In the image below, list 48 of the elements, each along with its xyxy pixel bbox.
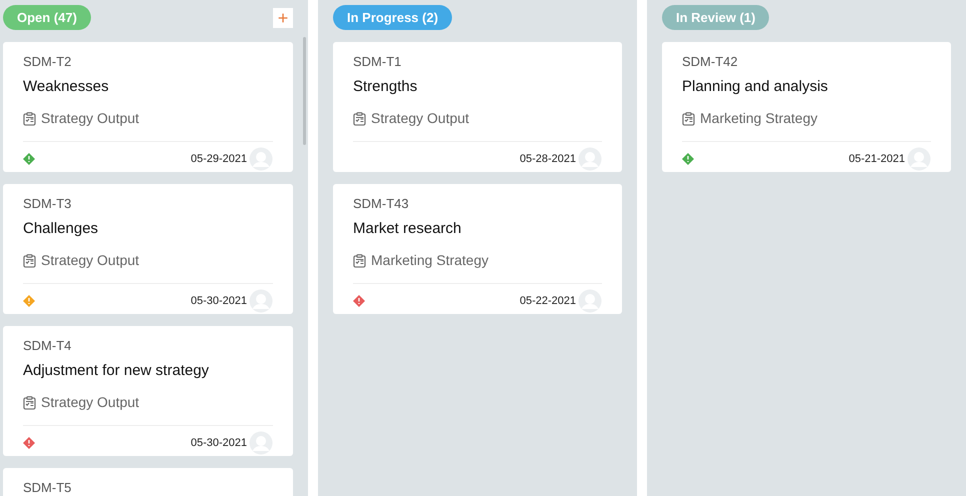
task-card[interactable]: SDM-T2 Weaknesses Strategy Output 05-29-2021	[3, 42, 293, 172]
clipboard-icon	[353, 254, 366, 268]
due-date: 05-30-2021	[190, 294, 247, 309]
task-title: Strengths	[353, 76, 418, 96]
due-date: 05-29-2021	[190, 152, 247, 167]
clipboard-icon	[682, 112, 695, 126]
clipboard-icon	[353, 112, 366, 126]
task-id: SDM-T5	[23, 479, 72, 496]
clipboard-icon	[23, 396, 36, 410]
avatar-icon	[249, 289, 273, 313]
project-name: Marketing Strategy	[371, 251, 488, 270]
clipboard-icon	[23, 112, 36, 126]
avatar-icon	[249, 431, 273, 455]
due-date: 05-28-2021	[520, 152, 576, 167]
task-id: SDM-T2	[23, 53, 72, 71]
task-id: SDM-T3	[23, 195, 72, 213]
task-id: SDM-T43	[353, 195, 409, 213]
task-id: SDM-T1	[353, 53, 402, 71]
scrollbar-thumb[interactable]	[303, 37, 306, 145]
task-card[interactable]: SDM-T42 Planning and analysis Marketing Strategy 05-21-2021	[662, 42, 951, 172]
task-id: SDM-T42	[682, 53, 738, 71]
avatar-icon	[907, 147, 931, 171]
due-date: 05-21-2021	[848, 152, 905, 167]
clipboard-icon	[23, 254, 36, 268]
avatar-icon	[249, 147, 273, 171]
task-card[interactable]: SDM-T43 Market research Marketing Strategy 05-22-2021	[333, 184, 622, 314]
task-title: Adjustment for new strategy	[23, 360, 209, 380]
project-name: Strategy Output	[41, 251, 140, 270]
task-id: SDM-T4	[23, 337, 72, 355]
project-name: Strategy Output	[41, 393, 140, 412]
project-name: Marketing Strategy	[700, 109, 818, 128]
task-title: Planning and analysis	[682, 76, 828, 96]
task-card[interactable]: SDM-T4 Adjustment for new strategy Strategy Output 05-30-2021	[3, 326, 293, 456]
task-title: Challenges	[23, 218, 98, 238]
task-title: Weaknesses	[23, 76, 109, 96]
task-card[interactable]: SDM-T5	[3, 468, 293, 496]
avatar-icon	[578, 147, 602, 171]
task-card[interactable]: SDM-T1 Strengths Strategy Output 05-28-2021	[333, 42, 622, 172]
due-date: 05-22-2021	[520, 294, 576, 309]
project-name: Strategy Output	[41, 109, 140, 128]
column-status-pill: Open (47)	[3, 4, 91, 30]
column-status-pill: In Review (1)	[662, 4, 770, 30]
task-title: Market research	[353, 218, 462, 238]
project-name: Strategy Output	[371, 109, 470, 128]
due-date: 05-30-2021	[190, 436, 247, 451]
task-card[interactable]: SDM-T3 Challenges Strategy Output 05-30-2021	[3, 184, 293, 314]
avatar-icon	[578, 289, 602, 313]
column-status-pill: In Progress (2)	[333, 4, 452, 30]
